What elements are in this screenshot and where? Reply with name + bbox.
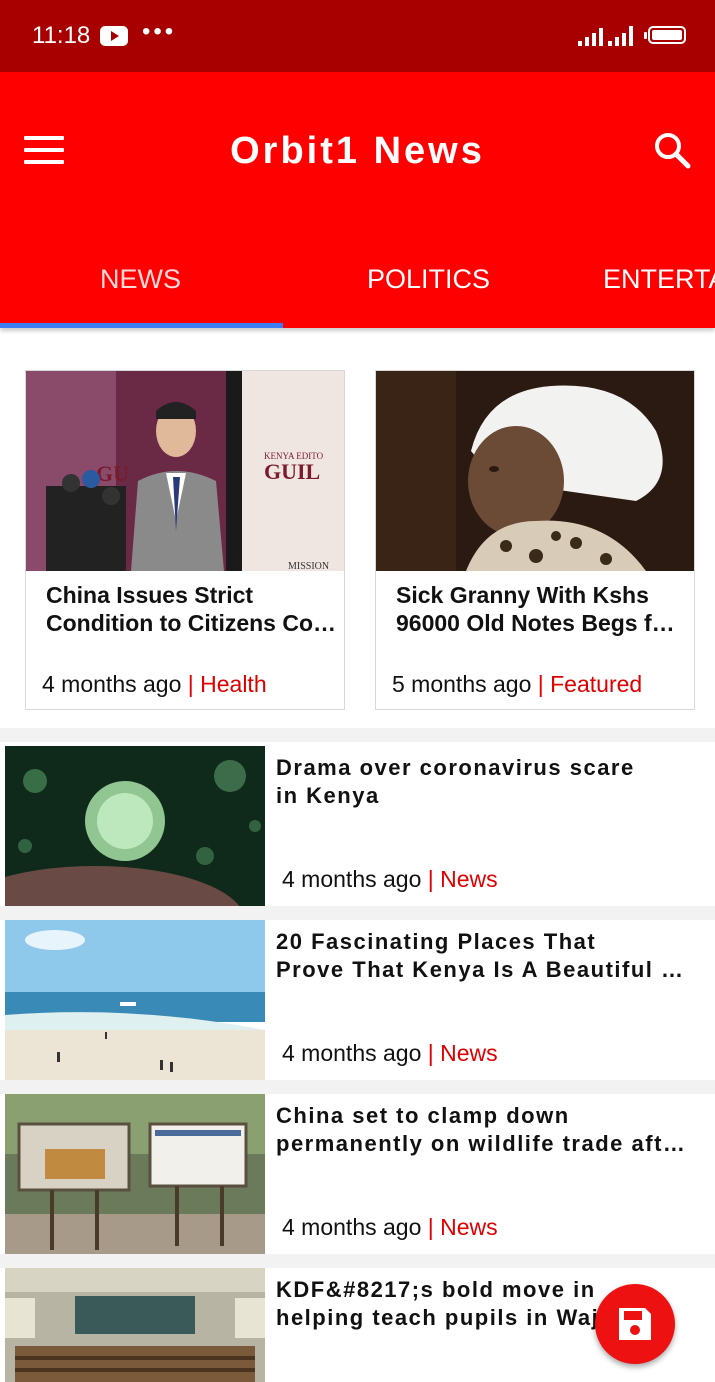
article-time: 4 months ago: [282, 1214, 422, 1240]
featured-image-press-conference: GUIL KENYA EDITO GU MISSION: [26, 371, 344, 571]
save-fab-button[interactable]: [595, 1284, 675, 1364]
featured-card[interactable]: Sick Granny With Kshs 96000 Old Notes Be…: [375, 370, 695, 710]
list-divider: [0, 1254, 715, 1268]
tab-politics[interactable]: POLITICS: [367, 264, 490, 295]
article-meta: 4 months ago | News: [282, 1040, 498, 1067]
category-tabs: NEWS POLITICS ENTERTAINMENT: [0, 234, 715, 328]
article-time: 4 months ago: [282, 1040, 422, 1066]
featured-category[interactable]: | Featured: [538, 671, 642, 697]
youtube-notification-icon: [100, 26, 128, 46]
svg-text:GU: GU: [96, 461, 129, 486]
featured-meta: 4 months ago | Health: [42, 671, 267, 698]
article-title: 20 Fascinating Places That Prove That Ke…: [276, 929, 686, 982]
save-icon: [619, 1308, 651, 1340]
more-notifications-icon: •••: [142, 18, 177, 45]
battery-icon: [644, 26, 686, 44]
section-divider: [0, 728, 715, 742]
list-divider: [0, 1080, 715, 1094]
article-title: China set to clamp down permanently on w…: [276, 1103, 686, 1156]
featured-time: 5 months ago: [392, 671, 532, 697]
article-category[interactable]: | News: [428, 1040, 498, 1066]
featured-card[interactable]: GUIL KENYA EDITO GU MISSION China Issues…: [25, 370, 345, 710]
article-meta: 4 months ago | News: [282, 1214, 498, 1241]
svg-text:MISSION: MISSION: [288, 561, 329, 571]
article-title: Drama over coronavirus scare in Kenya: [276, 755, 635, 808]
tab-news[interactable]: NEWS: [100, 264, 181, 295]
article-thumbnail-beach: [5, 920, 265, 1080]
cell-signal-2-icon: [608, 26, 633, 46]
article-list-item[interactable]: Drama over coronavirus scare in Kenya 4 …: [0, 746, 715, 906]
article-list-item[interactable]: China set to clamp down permanently on w…: [0, 1094, 715, 1254]
featured-image-granny: [376, 371, 694, 571]
search-icon[interactable]: [652, 130, 692, 170]
featured-meta: 5 months ago | Featured: [392, 671, 642, 698]
featured-title: China Issues Strict Condition to Citizen…: [46, 582, 338, 636]
tab-entertainment[interactable]: ENTERTAINMENT: [603, 264, 715, 295]
featured-time: 4 months ago: [42, 671, 182, 697]
article-thumbnail-wildlife-sign: [5, 1094, 265, 1254]
list-divider: [0, 906, 715, 920]
app-title: Orbit1 News: [230, 130, 485, 172]
tab-indicator: [0, 323, 283, 328]
svg-text:GUIL: GUIL: [264, 459, 320, 484]
article-thumbnail-virus: [5, 746, 265, 906]
article-list-item[interactable]: 20 Fascinating Places That Prove That Ke…: [0, 920, 715, 1080]
article-thumbnail-classroom: [5, 1268, 265, 1382]
status-bar: 11:18 •••: [0, 0, 715, 72]
cell-signal-icon: [578, 26, 603, 46]
status-time: 11:18: [32, 22, 91, 49]
featured-title: Sick Granny With Kshs 96000 Old Notes Be…: [396, 582, 688, 636]
article-time: 4 months ago: [282, 866, 422, 892]
article-category[interactable]: | News: [428, 866, 498, 892]
article-meta: 4 months ago | News: [282, 866, 498, 893]
featured-category[interactable]: | Health: [188, 671, 267, 697]
svg-text:KENYA EDITO: KENYA EDITO: [264, 451, 324, 461]
app-bar: Orbit1 News: [0, 72, 715, 236]
article-category[interactable]: | News: [428, 1214, 498, 1240]
